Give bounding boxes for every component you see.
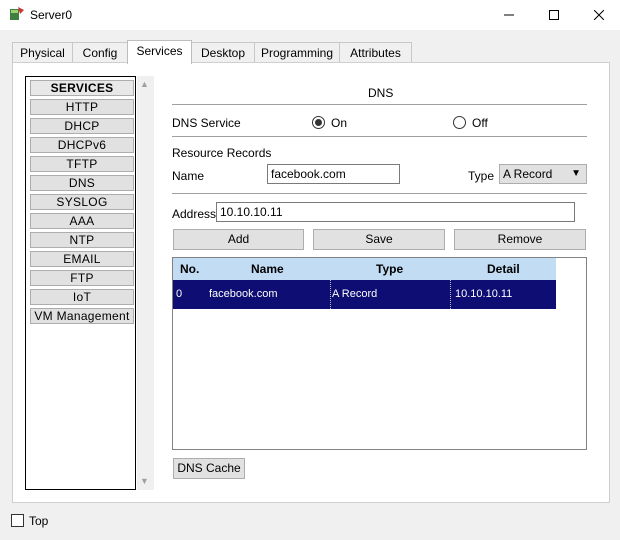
type-label: Type <box>468 169 495 183</box>
cell-detail: 10.10.10.11 <box>455 288 513 300</box>
name-label: Name <box>172 169 205 183</box>
tab-desktop[interactable]: Desktop <box>191 42 255 63</box>
save-button[interactable]: Save <box>313 229 445 250</box>
maximize-icon <box>549 10 559 20</box>
dns-on-label: On <box>331 116 348 130</box>
dns-records-table: No. Name Type Detail 0 facebook.com A Re… <box>172 257 587 450</box>
service-tftp[interactable]: TFTP <box>30 156 134 172</box>
service-syslog[interactable]: SYSLOG <box>30 194 134 210</box>
service-ntp[interactable]: NTP <box>30 232 134 248</box>
service-dns[interactable]: DNS <box>30 175 134 191</box>
window-title: Server0 <box>30 8 73 22</box>
close-button[interactable] <box>576 0 620 30</box>
dns-off-label: Off <box>472 116 488 130</box>
service-ftp[interactable]: FTP <box>30 270 134 286</box>
server-app-icon <box>10 7 24 20</box>
chevron-down-icon: ▼ <box>571 168 581 179</box>
table-row[interactable]: 0 facebook.com A Record 10.10.10.11 <box>173 280 556 309</box>
divider <box>172 104 587 105</box>
address-label: Address <box>172 207 217 221</box>
dns-on-radio[interactable] <box>312 116 325 129</box>
tab-programming[interactable]: Programming <box>254 42 340 63</box>
remove-button[interactable]: Remove <box>454 229 586 250</box>
type-select-value: A Record <box>503 167 553 181</box>
service-http[interactable]: HTTP <box>30 99 134 115</box>
column-header-no: No. <box>180 262 200 276</box>
column-header-type: Type <box>376 262 404 276</box>
dns-service-label: DNS Service <box>172 116 241 130</box>
column-header-detail: Detail <box>487 262 520 276</box>
maximize-button[interactable] <box>531 0 577 30</box>
resource-records-label: Resource Records <box>172 146 272 160</box>
services-scrollbar[interactable]: ▲ ▼ <box>137 76 154 490</box>
top-checkbox-label: Top <box>29 514 49 528</box>
dns-section-title: DNS <box>368 86 394 100</box>
scroll-up-icon[interactable]: ▲ <box>140 79 149 89</box>
minimize-icon <box>504 14 514 16</box>
tab-config[interactable]: Config <box>72 42 128 63</box>
cell-type: A Record <box>332 288 378 300</box>
top-checkbox[interactable] <box>11 514 24 527</box>
table-header: No. Name Type Detail <box>173 258 556 280</box>
divider <box>172 193 587 194</box>
service-aaa[interactable]: AAA <box>30 213 134 229</box>
service-email[interactable]: EMAIL <box>30 251 134 267</box>
type-select[interactable]: A Record ▼ <box>499 164 587 184</box>
service-iot[interactable]: IoT <box>30 289 134 305</box>
add-button[interactable]: Add <box>173 229 304 250</box>
dns-off-radio[interactable] <box>453 116 466 129</box>
services-list: SERVICES HTTP DHCP DHCPv6 TFTP DNS SYSLO… <box>25 76 136 490</box>
service-dhcp[interactable]: DHCP <box>30 118 134 134</box>
address-input[interactable] <box>216 202 575 222</box>
cell-divider <box>450 280 451 309</box>
service-dhcpv6[interactable]: DHCPv6 <box>30 137 134 153</box>
service-vm-management[interactable]: VM Management <box>30 308 134 324</box>
tab-physical[interactable]: Physical <box>12 42 73 63</box>
services-header: SERVICES <box>30 80 134 96</box>
title-bar: Server0 <box>0 0 620 30</box>
column-header-name: Name <box>251 262 284 276</box>
scroll-down-icon[interactable]: ▼ <box>140 476 149 486</box>
cell-divider <box>330 280 331 309</box>
services-panel: SERVICES HTTP DHCP DHCPv6 TFTP DNS SYSLO… <box>12 62 610 503</box>
cell-name: facebook.com <box>209 288 278 300</box>
close-icon <box>594 10 604 20</box>
dns-cache-button[interactable]: DNS Cache <box>173 458 245 479</box>
divider <box>172 136 587 137</box>
cell-no: 0 <box>176 288 183 300</box>
tab-attributes[interactable]: Attributes <box>339 42 412 63</box>
name-input[interactable] <box>267 164 400 184</box>
tab-services[interactable]: Services <box>127 40 192 64</box>
minimize-button[interactable] <box>486 0 532 30</box>
